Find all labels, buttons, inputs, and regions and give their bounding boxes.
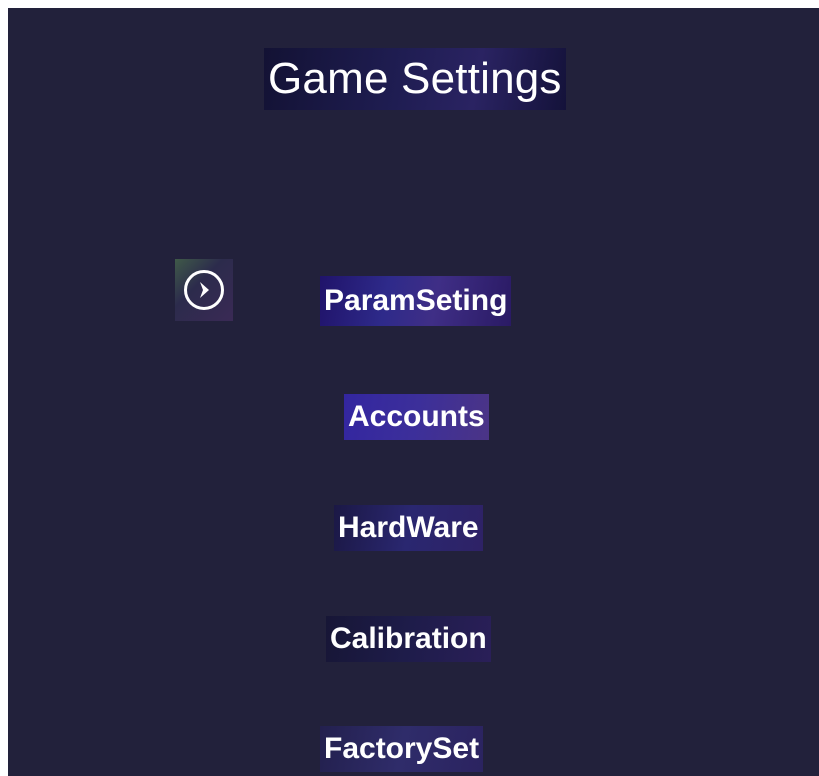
menu-item-label: Accounts bbox=[348, 400, 485, 433]
menu-item-label: ParamSeting bbox=[324, 284, 508, 317]
menu-item-label: HardWare bbox=[338, 511, 479, 544]
menu-item-factoryset[interactable]: FactorySet bbox=[320, 726, 484, 772]
chevron-right-icon bbox=[200, 282, 209, 298]
menu-item-hardware[interactable]: HardWare bbox=[334, 505, 483, 551]
menu-item-calibration[interactable]: Calibration bbox=[326, 616, 491, 662]
selection-cursor bbox=[175, 259, 233, 321]
page-title: Game Settings bbox=[264, 48, 566, 110]
menu-item-accounts[interactable]: Accounts bbox=[344, 394, 489, 440]
menu-item-paramseting[interactable]: ParamSeting bbox=[320, 276, 512, 326]
menu-item-label: Calibration bbox=[330, 622, 487, 655]
settings-screen: Game Settings ParamSeting Accounts HardW… bbox=[8, 8, 819, 776]
play-circle-icon bbox=[184, 270, 224, 310]
menu-item-label: FactorySet bbox=[324, 732, 480, 765]
